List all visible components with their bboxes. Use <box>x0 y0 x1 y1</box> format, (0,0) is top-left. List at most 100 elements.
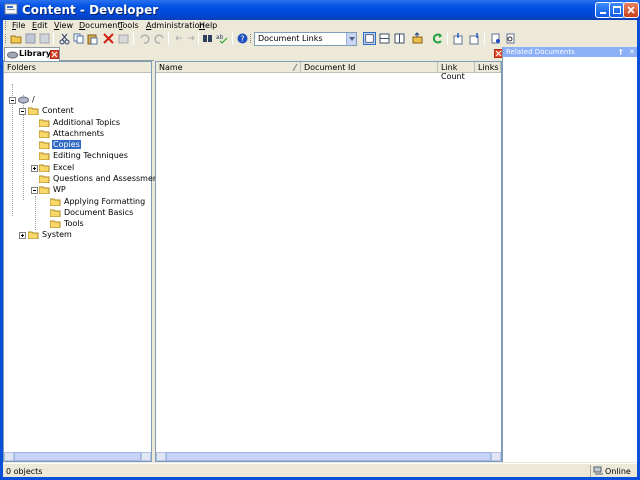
check-out-icon[interactable] <box>468 32 481 45</box>
tab-library[interactable]: Library <box>4 47 60 61</box>
folders-pane: Folders / Content Additional Topics Atta… <box>3 61 165 462</box>
menu-view[interactable]: View <box>54 21 73 30</box>
scroll-right-icon[interactable] <box>491 452 501 461</box>
scroll-thumb[interactable] <box>14 452 141 461</box>
find-icon[interactable] <box>201 32 214 45</box>
menu-edit[interactable]: Edit <box>32 21 48 30</box>
toolbar-separator <box>447 32 448 45</box>
minimize-icon <box>600 12 606 14</box>
status-bar: 0 objects Online <box>3 463 637 477</box>
folders-header: Folders <box>4 62 151 73</box>
folder-icon <box>39 119 50 127</box>
layout-single-icon[interactable] <box>363 32 376 45</box>
close-window-button[interactable] <box>623 2 639 18</box>
svg-text:?: ? <box>240 35 244 44</box>
tree-line <box>35 196 36 230</box>
tree-expand-system[interactable] <box>19 232 26 239</box>
client-area: File Edit View Document Tools Administra… <box>3 20 637 477</box>
open-folder-icon[interactable] <box>10 32 23 45</box>
preview-icon[interactable] <box>504 32 517 45</box>
tree-collapse-content[interactable] <box>19 108 26 115</box>
folder-icon <box>28 231 39 239</box>
app-icon <box>4 3 18 15</box>
pin-icon[interactable]: † <box>619 48 623 56</box>
toolbar-grip[interactable] <box>5 34 8 43</box>
documents-horizontal-scrollbar[interactable] <box>156 452 501 461</box>
toolbar-separator <box>484 32 485 45</box>
chevron-down-icon[interactable] <box>346 33 356 45</box>
menu-administration[interactable]: Administration <box>146 21 205 30</box>
folders-header-label: Folders <box>7 63 36 72</box>
save-icon[interactable] <box>24 32 37 45</box>
folder-icon <box>39 141 50 149</box>
help-icon[interactable]: ? <box>236 32 249 45</box>
connection-status-label: Online <box>605 467 631 476</box>
close-icon <box>627 6 635 14</box>
tree-collapse-wp[interactable] <box>31 187 38 194</box>
undo-icon[interactable] <box>138 32 151 45</box>
folder-icon <box>39 130 50 138</box>
properties-icon[interactable] <box>117 32 130 45</box>
scroll-left-icon[interactable] <box>4 452 14 461</box>
document-list-pane: Name Document Id Link Count Links To <box>155 61 502 462</box>
export-icon[interactable] <box>411 32 424 45</box>
toolbar-separator <box>53 32 54 45</box>
spell-check-icon[interactable]: ab <box>216 32 229 45</box>
save-all-icon[interactable] <box>38 32 51 45</box>
column-header-link-count[interactable]: Link Count <box>438 62 475 81</box>
toolbar-separator <box>133 32 134 45</box>
folder-icon <box>50 198 61 206</box>
toolbar-grip[interactable] <box>250 34 253 43</box>
delete-icon[interactable] <box>102 32 115 45</box>
application-window: Content - Developer File Edit View Docum… <box>0 0 640 480</box>
forward-icon[interactable] <box>185 32 198 45</box>
toolbar-separator <box>168 32 169 45</box>
folder-icon <box>39 152 50 160</box>
refresh-icon[interactable] <box>431 32 444 45</box>
library-tab-bar: Library <box>3 47 154 61</box>
scroll-thumb[interactable] <box>166 452 491 461</box>
menu-grip[interactable] <box>5 21 8 30</box>
related-documents-title: Related Documents <box>506 48 575 56</box>
column-header-document-id[interactable]: Document Id <box>301 62 438 73</box>
toolbar: ab ? Document Links <box>3 31 637 47</box>
layout-horizontal-icon[interactable] <box>378 32 391 45</box>
menu-document[interactable]: Document <box>79 21 120 30</box>
library-icon <box>7 51 18 59</box>
network-icon <box>593 466 603 475</box>
object-count: 0 objects <box>6 467 43 476</box>
folder-open-icon <box>28 107 39 115</box>
column-header-links-to[interactable]: Links To <box>475 62 501 73</box>
column-header-name[interactable]: Name <box>156 62 301 73</box>
redo-icon[interactable] <box>153 32 166 45</box>
menu-help[interactable]: Help <box>199 21 217 30</box>
folder-open-icon <box>39 186 50 194</box>
title-bar[interactable]: Content - Developer <box>0 0 640 20</box>
layout-vertical-icon[interactable] <box>393 32 406 45</box>
scroll-right-icon[interactable] <box>141 452 151 461</box>
folders-horizontal-scrollbar[interactable] <box>4 452 151 461</box>
window-title: Content - Developer <box>22 3 159 17</box>
scroll-left-icon[interactable] <box>156 452 166 461</box>
publish-icon[interactable] <box>489 32 502 45</box>
view-select-value: Document Links <box>258 34 323 43</box>
tree-collapse-root[interactable] <box>9 97 16 104</box>
tree-expand-excel[interactable] <box>31 165 38 172</box>
sort-icon <box>292 64 298 71</box>
check-in-icon[interactable] <box>452 32 465 45</box>
drive-icon <box>18 96 29 104</box>
maximize-icon <box>613 6 621 14</box>
view-select[interactable]: Document Links <box>254 32 357 46</box>
menu-bar: File Edit View Document Tools Administra… <box>3 20 637 31</box>
folder-icon <box>39 175 50 183</box>
close-tab-icon[interactable] <box>50 50 59 59</box>
close-icon[interactable]: ✕ <box>629 48 635 56</box>
folder-icon <box>50 209 61 217</box>
paste-icon[interactable] <box>86 32 99 45</box>
tab-library-label: Library <box>19 49 52 58</box>
folder-icon <box>50 220 61 228</box>
menu-file[interactable]: File <box>12 21 25 30</box>
copy-icon[interactable] <box>72 32 85 45</box>
cut-icon[interactable] <box>58 32 71 45</box>
menu-tools[interactable]: Tools <box>119 21 139 30</box>
